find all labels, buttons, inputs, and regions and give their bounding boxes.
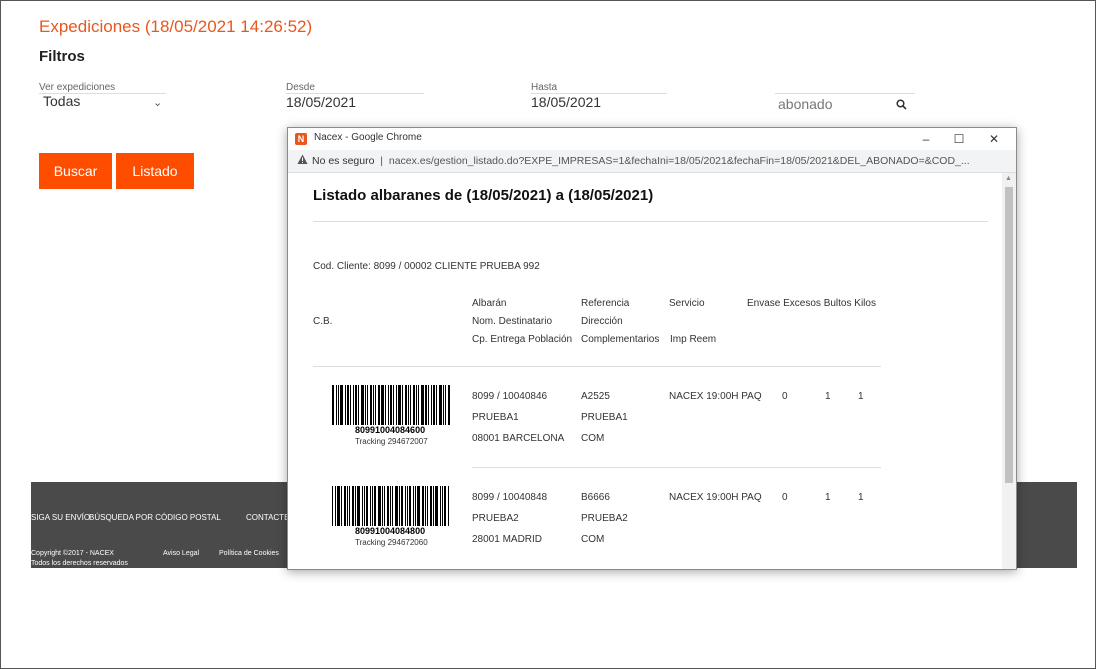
header-albaran: Albarán [472, 298, 507, 309]
row-albaran: 8099 / 10040848 [472, 492, 548, 503]
footer-link-siga[interactable]: SIGA SU ENVÍO [31, 513, 90, 522]
url-text[interactable]: No es seguro | nacex.es/gestion_listado.… [312, 155, 1012, 167]
scroll-up-icon[interactable]: ▲ [1005, 175, 1012, 182]
hasta-label: Hasta [531, 82, 558, 93]
header-imp-reem: Imp Reem [670, 334, 717, 345]
footer-rights: Todos los derechos reservados [31, 560, 128, 567]
row-destinatario: PRUEBA1 [472, 412, 519, 423]
popup-scrollbar[interactable]: ▲ [1002, 173, 1016, 569]
barcode-image [332, 486, 450, 526]
row-kilos: 1 [858, 492, 864, 503]
header-complementarios: Complementarios [581, 334, 660, 345]
tracking-number: Tracking 294672007 [355, 437, 428, 446]
close-icon[interactable]: ✕ [981, 130, 1007, 148]
barcode-image [332, 385, 451, 425]
scroll-thumb[interactable] [1005, 187, 1013, 483]
nacex-app-icon: N [295, 133, 307, 145]
tracking-number: Tracking 294672060 [355, 538, 428, 547]
row-referencia: A2525 [581, 391, 610, 402]
listado-content: Listado albaranes de (18/05/2021) a (18/… [288, 173, 1002, 569]
ver-expediciones-label: Ver expediciones [39, 82, 116, 93]
search-icon[interactable] [896, 99, 907, 110]
barcode-number: 80991004084600 [355, 425, 426, 435]
desde-label: Desde [286, 82, 315, 93]
listado-title: Listado albaranes de (18/05/2021) a (18/… [313, 187, 654, 204]
not-secure-label: No es seguro [312, 155, 375, 167]
row-albaran: 8099 / 10040846 [472, 391, 548, 402]
row-bultos: 1 [825, 391, 831, 402]
row-envase: 0 [782, 492, 788, 503]
warning-icon [297, 154, 308, 164]
row-bultos: 1 [825, 492, 831, 503]
row-envase: 0 [782, 391, 788, 402]
hasta-input[interactable]: 18/05/2021 [531, 94, 601, 110]
chevron-down-icon[interactable]: ⌄ [153, 96, 162, 109]
row-destinatario: PRUEBA2 [472, 513, 519, 524]
header-divider [313, 366, 881, 367]
header-referencia: Referencia [581, 298, 630, 309]
footer-link-busqueda[interactable]: BÚSQUEDA POR CÓDIGO POSTAL [89, 513, 221, 522]
footer-aviso-legal[interactable]: Aviso Legal [163, 550, 199, 557]
row-direccion: PRUEBA2 [581, 513, 628, 524]
listado-button[interactable]: Listado [116, 153, 194, 189]
abonado-input[interactable]: abonado [778, 96, 833, 112]
url-value: nacex.es/gestion_listado.do?EXPE_IMPRESA… [388, 155, 970, 167]
row-referencia: B6666 [581, 492, 610, 503]
row-complementarios: COM [581, 433, 605, 444]
header-nom-destinatario: Nom. Destinatario [472, 316, 553, 327]
row-servicio: NACEX 19:00H PAQ [669, 492, 762, 503]
listado-popup-window[interactable]: N Nacex - Google Chrome – ☐ ✕ No es segu… [287, 127, 1017, 570]
row-divider [472, 467, 881, 468]
row-kilos: 1 [858, 391, 864, 402]
header-cp-entrega: Cp. Entrega Población [472, 334, 573, 345]
cliente-info: Cod. Cliente: 8099 / 00002 CLIENTE PRUEB… [313, 261, 540, 272]
maximize-icon[interactable]: ☐ [946, 130, 972, 148]
desde-input[interactable]: 18/05/2021 [286, 94, 356, 110]
buscar-button[interactable]: Buscar [39, 153, 112, 189]
filters-title: Filtros [39, 48, 85, 65]
row-cp-poblacion: 08001 BARCELONA [472, 433, 565, 444]
barcode-number: 80991004084800 [355, 526, 426, 536]
header-cb: C.B. [313, 316, 333, 327]
header-envase-excesos-bultos-kilos: Envase Excesos Bultos Kilos [747, 298, 876, 309]
row-cp-poblacion: 28001 MADRID [472, 534, 543, 545]
header-servicio: Servicio [669, 298, 705, 309]
window-title: Nacex - Google Chrome [314, 132, 422, 143]
row-direccion: PRUEBA1 [581, 412, 628, 423]
header-direccion: Dirección [581, 316, 623, 327]
title-divider [313, 221, 988, 222]
row-servicio: NACEX 19:00H PAQ [669, 391, 762, 402]
ver-expediciones-select[interactable]: Todas [43, 93, 80, 109]
address-bar[interactable]: No es seguro | nacex.es/gestion_listado.… [288, 150, 1016, 173]
footer-copyright: Copyright ©2017 - NACEX [31, 550, 114, 557]
row-complementarios: COM [581, 534, 605, 545]
minimize-icon[interactable]: – [913, 130, 939, 148]
window-titlebar[interactable]: N Nacex - Google Chrome – ☐ ✕ [288, 128, 1016, 150]
abonado-underline [775, 93, 915, 94]
footer-politica-cookies[interactable]: Política de Cookies [219, 550, 279, 557]
page-title: Expediciones (18/05/2021 14:26:52) [39, 17, 313, 36]
